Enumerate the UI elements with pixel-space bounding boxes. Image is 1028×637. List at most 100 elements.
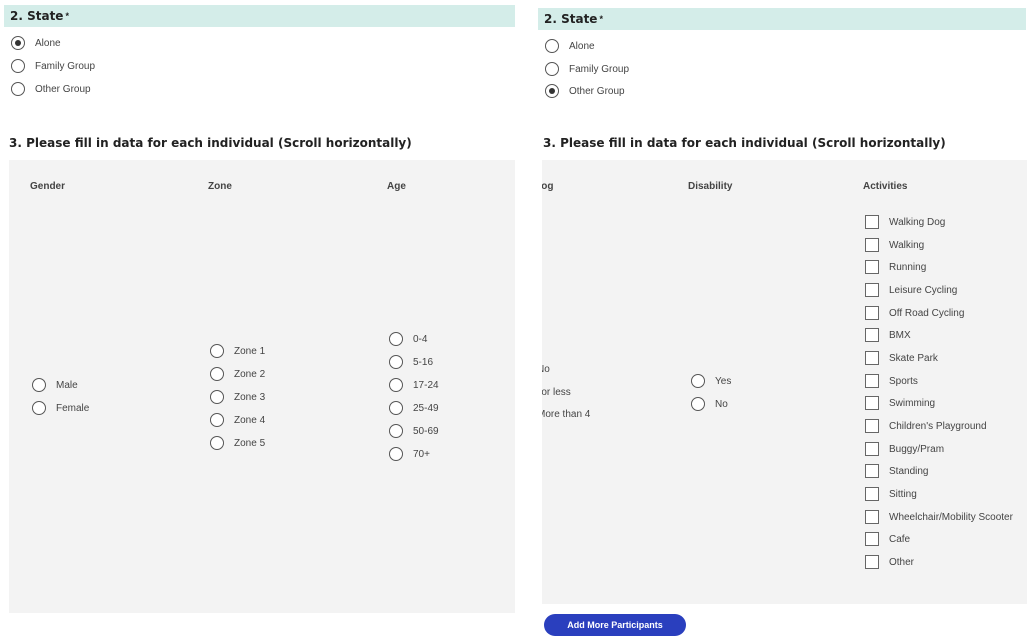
radio-icon[interactable] [691,374,705,388]
state-option-family-group[interactable]: Family Group [11,56,95,76]
age-column-header: Age [387,181,406,192]
disability-option-yes[interactable]: Yes [691,371,731,391]
radio-label: Zone 5 [234,437,266,449]
activity-sports[interactable]: Sports [865,371,918,391]
state-option-alone[interactable]: Alone [545,36,595,56]
radio-label: No [715,398,728,410]
radio-icon[interactable] [11,82,25,96]
state-option-other-group[interactable]: Other Group [11,79,91,99]
radio-icon[interactable] [32,378,46,392]
checkbox-icon[interactable] [865,510,879,524]
required-mark: * [65,11,69,21]
checkbox-icon[interactable] [865,419,879,433]
checkbox-icon[interactable] [865,260,879,274]
gender-column-header: Gender [30,181,66,192]
state-option-other-group[interactable]: Other Group [545,81,625,101]
activity-bmx[interactable]: BMX [865,325,911,345]
participants-panel[interactable]: Dog Disability Activities No 4 or less M… [542,160,1027,604]
zone-option-1[interactable]: Zone 1 [210,341,265,361]
radio-icon[interactable] [389,378,403,392]
checkbox-icon[interactable] [865,283,879,297]
activity-sitting[interactable]: Sitting [865,484,917,504]
zone-option-5[interactable]: Zone 5 [210,433,265,453]
age-option-50-69[interactable]: 50-69 [389,421,439,441]
activity-walking[interactable]: Walking [865,235,924,255]
gender-option-female[interactable]: Female [32,398,89,418]
radio-icon[interactable] [210,436,224,450]
checkbox-label: Other [889,556,915,568]
checkbox-icon[interactable] [865,396,879,410]
age-option-17-24[interactable]: 17-24 [389,375,439,395]
checkbox-icon[interactable] [865,487,879,501]
age-option-70-plus[interactable]: 70+ [389,444,430,464]
checkbox-icon[interactable] [865,532,879,546]
activity-skate-park[interactable]: Skate Park [865,348,938,368]
checkbox-icon[interactable] [865,555,879,569]
gender-option-male[interactable]: Male [32,375,78,395]
age-option-5-16[interactable]: 5-16 [389,352,433,372]
checkbox-icon[interactable] [865,215,879,229]
activity-standing[interactable]: Standing [865,461,928,481]
checkbox-icon[interactable] [865,464,879,478]
dog-option-more-than-4[interactable]: More than 4 [542,409,590,420]
radio-icon[interactable] [32,401,46,415]
radio-icon[interactable] [210,344,224,358]
checkbox-icon[interactable] [865,374,879,388]
radio-label: Zone 3 [234,391,266,403]
radio-icon[interactable] [389,424,403,438]
checkbox-label: Sports [889,375,918,387]
add-more-participants-button[interactable]: Add More Participants [544,614,686,636]
radio-icon[interactable] [389,355,403,369]
activity-swimming[interactable]: Swimming [865,393,935,413]
checkbox-label: Standing [889,465,929,477]
radio-icon[interactable] [210,413,224,427]
radio-label: Family Group [35,60,96,72]
radio-icon[interactable] [389,447,403,461]
checkbox-icon[interactable] [865,351,879,365]
radio-label: Yes [715,375,732,387]
checkbox-label: Cafe [889,533,911,545]
radio-checked-icon[interactable] [545,84,559,98]
radio-icon[interactable] [545,62,559,76]
checkbox-icon[interactable] [865,442,879,456]
radio-label: 17-24 [413,379,439,391]
radio-icon[interactable] [691,397,705,411]
radio-checked-icon[interactable] [11,36,25,50]
checkbox-icon[interactable] [865,306,879,320]
activity-other[interactable]: Other [865,552,914,572]
zone-option-4[interactable]: Zone 4 [210,410,265,430]
activity-off-road-cycling[interactable]: Off Road Cycling [865,303,964,323]
radio-icon[interactable] [210,367,224,381]
activity-buggy-pram[interactable]: Buggy/Pram [865,439,944,459]
checkbox-icon[interactable] [865,328,879,342]
dog-option-no[interactable]: No [542,364,550,375]
age-option-0-4[interactable]: 0-4 [389,329,427,349]
state-option-family-group[interactable]: Family Group [545,59,629,79]
checkbox-icon[interactable] [865,238,879,252]
dog-column-header: Dog [542,181,554,192]
radio-label: Zone 1 [234,345,266,357]
radio-icon[interactable] [389,401,403,415]
radio-icon[interactable] [545,39,559,53]
participants-panel[interactable]: Gender Zone Age Male Female Zone 1 Zone … [9,160,515,613]
radio-icon[interactable] [11,59,25,73]
activity-walking-dog[interactable]: Walking Dog [865,212,945,232]
disability-option-no[interactable]: No [691,394,728,414]
zone-option-2[interactable]: Zone 2 [210,364,265,384]
radio-icon[interactable] [210,390,224,404]
checkbox-label: Wheelchair/Mobility Scooter [889,511,1013,523]
activity-running[interactable]: Running [865,257,926,277]
activity-wheelchair-mobility-scooter[interactable]: Wheelchair/Mobility Scooter [865,507,1013,527]
disability-column-header: Disability [688,181,733,192]
dog-option-4-or-less[interactable]: 4 or less [542,387,571,398]
activity-leisure-cycling[interactable]: Leisure Cycling [865,280,957,300]
state-question-title: 2. State [10,9,64,23]
age-option-25-49[interactable]: 25-49 [389,398,439,418]
activity-childrens-playground[interactable]: Children's Playground [865,416,987,436]
radio-icon[interactable] [389,332,403,346]
activity-cafe[interactable]: Cafe [865,529,910,549]
required-mark: * [599,14,603,24]
section-3-title: 3. Please fill in data for each individu… [543,136,946,150]
state-option-alone[interactable]: Alone [11,33,61,53]
zone-option-3[interactable]: Zone 3 [210,387,265,407]
